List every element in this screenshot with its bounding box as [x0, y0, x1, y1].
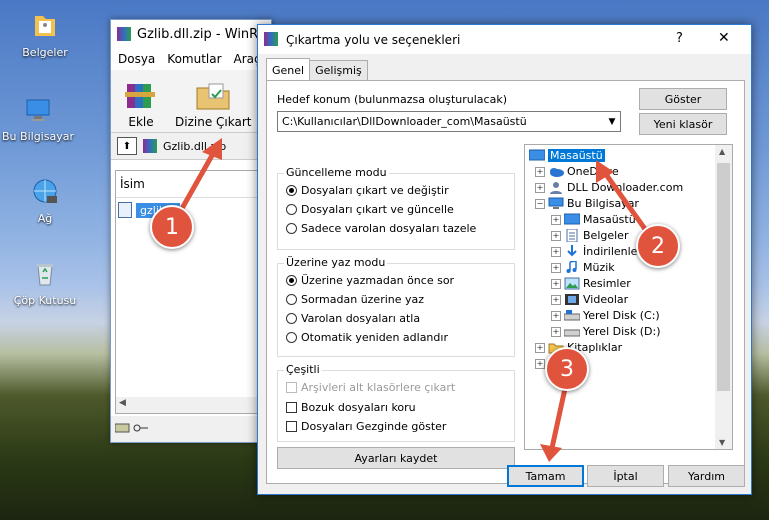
tab-genel[interactable]: Genel: [266, 58, 311, 80]
arrow-3-head: [540, 444, 562, 462]
arrow-3: [549, 381, 569, 451]
arrow-2: [602, 170, 653, 239]
arrow-1: [177, 149, 217, 215]
step-marker-1: 1: [150, 205, 194, 249]
step-marker-2: 2: [636, 224, 680, 268]
step-marker-3: 3: [545, 347, 589, 391]
